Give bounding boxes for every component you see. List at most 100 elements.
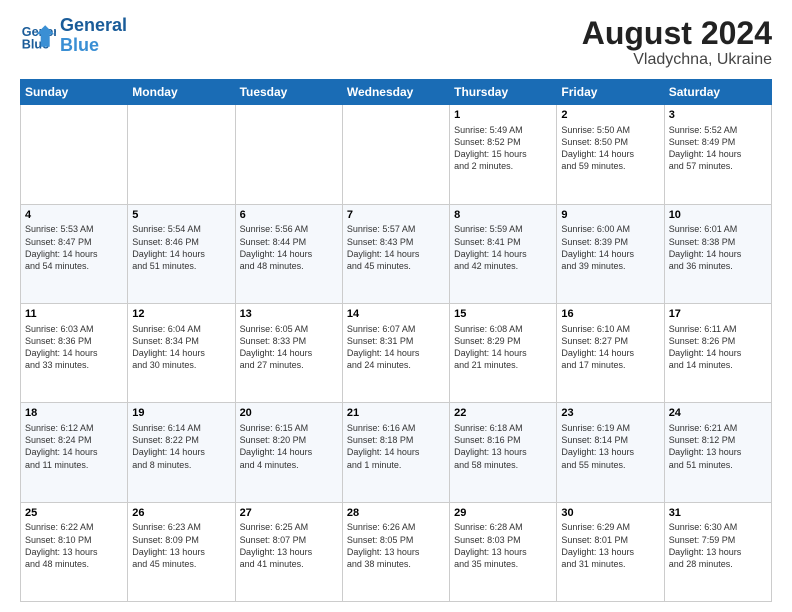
weekday-header-cell: Thursday xyxy=(450,80,557,105)
day-info: Sunrise: 6:03 AM xyxy=(25,323,123,335)
day-info: Sunset: 8:47 PM xyxy=(25,236,123,248)
day-info: and 30 minutes. xyxy=(132,359,230,371)
day-info: Daylight: 13 hours xyxy=(454,446,552,458)
day-info: Sunset: 7:59 PM xyxy=(669,534,767,546)
day-number: 18 xyxy=(25,406,123,421)
day-info: and 45 minutes. xyxy=(132,558,230,570)
day-info: and 48 minutes. xyxy=(240,260,338,272)
calendar-cell: 17Sunrise: 6:11 AMSunset: 8:26 PMDayligh… xyxy=(664,303,771,402)
calendar-cell: 27Sunrise: 6:25 AMSunset: 8:07 PMDayligh… xyxy=(235,502,342,601)
day-info: Sunrise: 6:11 AM xyxy=(669,323,767,335)
day-info: Sunrise: 6:22 AM xyxy=(25,521,123,533)
day-info: Sunset: 8:34 PM xyxy=(132,335,230,347)
day-info: Sunrise: 6:26 AM xyxy=(347,521,445,533)
day-number: 24 xyxy=(669,406,767,421)
day-info: Sunrise: 6:10 AM xyxy=(561,323,659,335)
day-info: Sunset: 8:44 PM xyxy=(240,236,338,248)
calendar-cell: 7Sunrise: 5:57 AMSunset: 8:43 PMDaylight… xyxy=(342,204,449,303)
day-info: and 42 minutes. xyxy=(454,260,552,272)
calendar-cell: 26Sunrise: 6:23 AMSunset: 8:09 PMDayligh… xyxy=(128,502,235,601)
day-info: Sunset: 8:12 PM xyxy=(669,434,767,446)
day-info: and 45 minutes. xyxy=(347,260,445,272)
day-info: Sunset: 8:26 PM xyxy=(669,335,767,347)
weekday-header-cell: Monday xyxy=(128,80,235,105)
day-info: Daylight: 14 hours xyxy=(454,347,552,359)
day-number: 11 xyxy=(25,307,123,322)
calendar-cell: 10Sunrise: 6:01 AMSunset: 8:38 PMDayligh… xyxy=(664,204,771,303)
day-number: 17 xyxy=(669,307,767,322)
day-info: Daylight: 14 hours xyxy=(561,248,659,260)
calendar-cell xyxy=(342,105,449,204)
calendar-cell: 18Sunrise: 6:12 AMSunset: 8:24 PMDayligh… xyxy=(21,403,128,502)
calendar-week-row: 4Sunrise: 5:53 AMSunset: 8:47 PMDaylight… xyxy=(21,204,772,303)
day-info: Sunrise: 5:56 AM xyxy=(240,223,338,235)
day-info: and 1 minute. xyxy=(347,459,445,471)
day-info: Daylight: 14 hours xyxy=(669,347,767,359)
day-number: 19 xyxy=(132,406,230,421)
day-info: Daylight: 13 hours xyxy=(454,546,552,558)
day-info: and 33 minutes. xyxy=(25,359,123,371)
day-number: 5 xyxy=(132,208,230,223)
day-info: Daylight: 14 hours xyxy=(132,248,230,260)
calendar-week-row: 1Sunrise: 5:49 AMSunset: 8:52 PMDaylight… xyxy=(21,105,772,204)
day-info: Daylight: 14 hours xyxy=(347,347,445,359)
day-info: Daylight: 14 hours xyxy=(25,347,123,359)
day-info: Sunset: 8:46 PM xyxy=(132,236,230,248)
calendar-cell: 3Sunrise: 5:52 AMSunset: 8:49 PMDaylight… xyxy=(664,105,771,204)
day-info: Daylight: 13 hours xyxy=(561,546,659,558)
calendar-week-row: 25Sunrise: 6:22 AMSunset: 8:10 PMDayligh… xyxy=(21,502,772,601)
calendar-cell: 13Sunrise: 6:05 AMSunset: 8:33 PMDayligh… xyxy=(235,303,342,402)
day-info: Sunrise: 5:52 AM xyxy=(669,124,767,136)
day-info: Daylight: 14 hours xyxy=(25,446,123,458)
day-info: Sunset: 8:39 PM xyxy=(561,236,659,248)
calendar-cell: 28Sunrise: 6:26 AMSunset: 8:05 PMDayligh… xyxy=(342,502,449,601)
logo-line2: Blue xyxy=(60,36,127,56)
calendar-cell: 24Sunrise: 6:21 AMSunset: 8:12 PMDayligh… xyxy=(664,403,771,502)
day-number: 1 xyxy=(454,108,552,123)
calendar-cell: 4Sunrise: 5:53 AMSunset: 8:47 PMDaylight… xyxy=(21,204,128,303)
day-info: Daylight: 14 hours xyxy=(561,347,659,359)
day-info: Daylight: 13 hours xyxy=(240,546,338,558)
day-info: Sunrise: 6:30 AM xyxy=(669,521,767,533)
calendar-cell: 29Sunrise: 6:28 AMSunset: 8:03 PMDayligh… xyxy=(450,502,557,601)
day-info: Sunset: 8:16 PM xyxy=(454,434,552,446)
day-info: and 51 minutes. xyxy=(669,459,767,471)
day-info: Daylight: 14 hours xyxy=(454,248,552,260)
day-info: and 28 minutes. xyxy=(669,558,767,570)
day-info: Daylight: 14 hours xyxy=(240,347,338,359)
calendar-cell: 31Sunrise: 6:30 AMSunset: 7:59 PMDayligh… xyxy=(664,502,771,601)
day-info: Sunrise: 6:28 AM xyxy=(454,521,552,533)
day-number: 3 xyxy=(669,108,767,123)
day-info: and 31 minutes. xyxy=(561,558,659,570)
day-info: Daylight: 13 hours xyxy=(347,546,445,558)
day-info: and 51 minutes. xyxy=(132,260,230,272)
day-info: Sunset: 8:33 PM xyxy=(240,335,338,347)
day-info: Sunset: 8:20 PM xyxy=(240,434,338,446)
calendar-body: 1Sunrise: 5:49 AMSunset: 8:52 PMDaylight… xyxy=(21,105,772,602)
day-info: Daylight: 14 hours xyxy=(240,248,338,260)
day-number: 30 xyxy=(561,506,659,521)
day-info: Sunrise: 6:15 AM xyxy=(240,422,338,434)
day-info: and 59 minutes. xyxy=(561,160,659,172)
calendar-cell: 12Sunrise: 6:04 AMSunset: 8:34 PMDayligh… xyxy=(128,303,235,402)
day-info: Sunrise: 6:05 AM xyxy=(240,323,338,335)
day-info: Sunrise: 6:00 AM xyxy=(561,223,659,235)
day-info: and 39 minutes. xyxy=(561,260,659,272)
day-number: 20 xyxy=(240,406,338,421)
title-block: August 2024 Vladychna, Ukraine xyxy=(582,16,772,69)
weekday-header-cell: Sunday xyxy=(21,80,128,105)
day-info: Daylight: 14 hours xyxy=(132,347,230,359)
day-number: 21 xyxy=(347,406,445,421)
header: General Blue General Blue August 2024 Vl… xyxy=(20,16,772,69)
calendar-cell: 2Sunrise: 5:50 AMSunset: 8:50 PMDaylight… xyxy=(557,105,664,204)
day-info: Sunset: 8:41 PM xyxy=(454,236,552,248)
day-info: and 27 minutes. xyxy=(240,359,338,371)
calendar-cell: 1Sunrise: 5:49 AMSunset: 8:52 PMDaylight… xyxy=(450,105,557,204)
day-info: Sunrise: 6:18 AM xyxy=(454,422,552,434)
day-number: 23 xyxy=(561,406,659,421)
day-info: Sunset: 8:01 PM xyxy=(561,534,659,546)
day-info: Sunrise: 6:14 AM xyxy=(132,422,230,434)
day-info: Sunset: 8:07 PM xyxy=(240,534,338,546)
day-info: and 41 minutes. xyxy=(240,558,338,570)
day-number: 16 xyxy=(561,307,659,322)
